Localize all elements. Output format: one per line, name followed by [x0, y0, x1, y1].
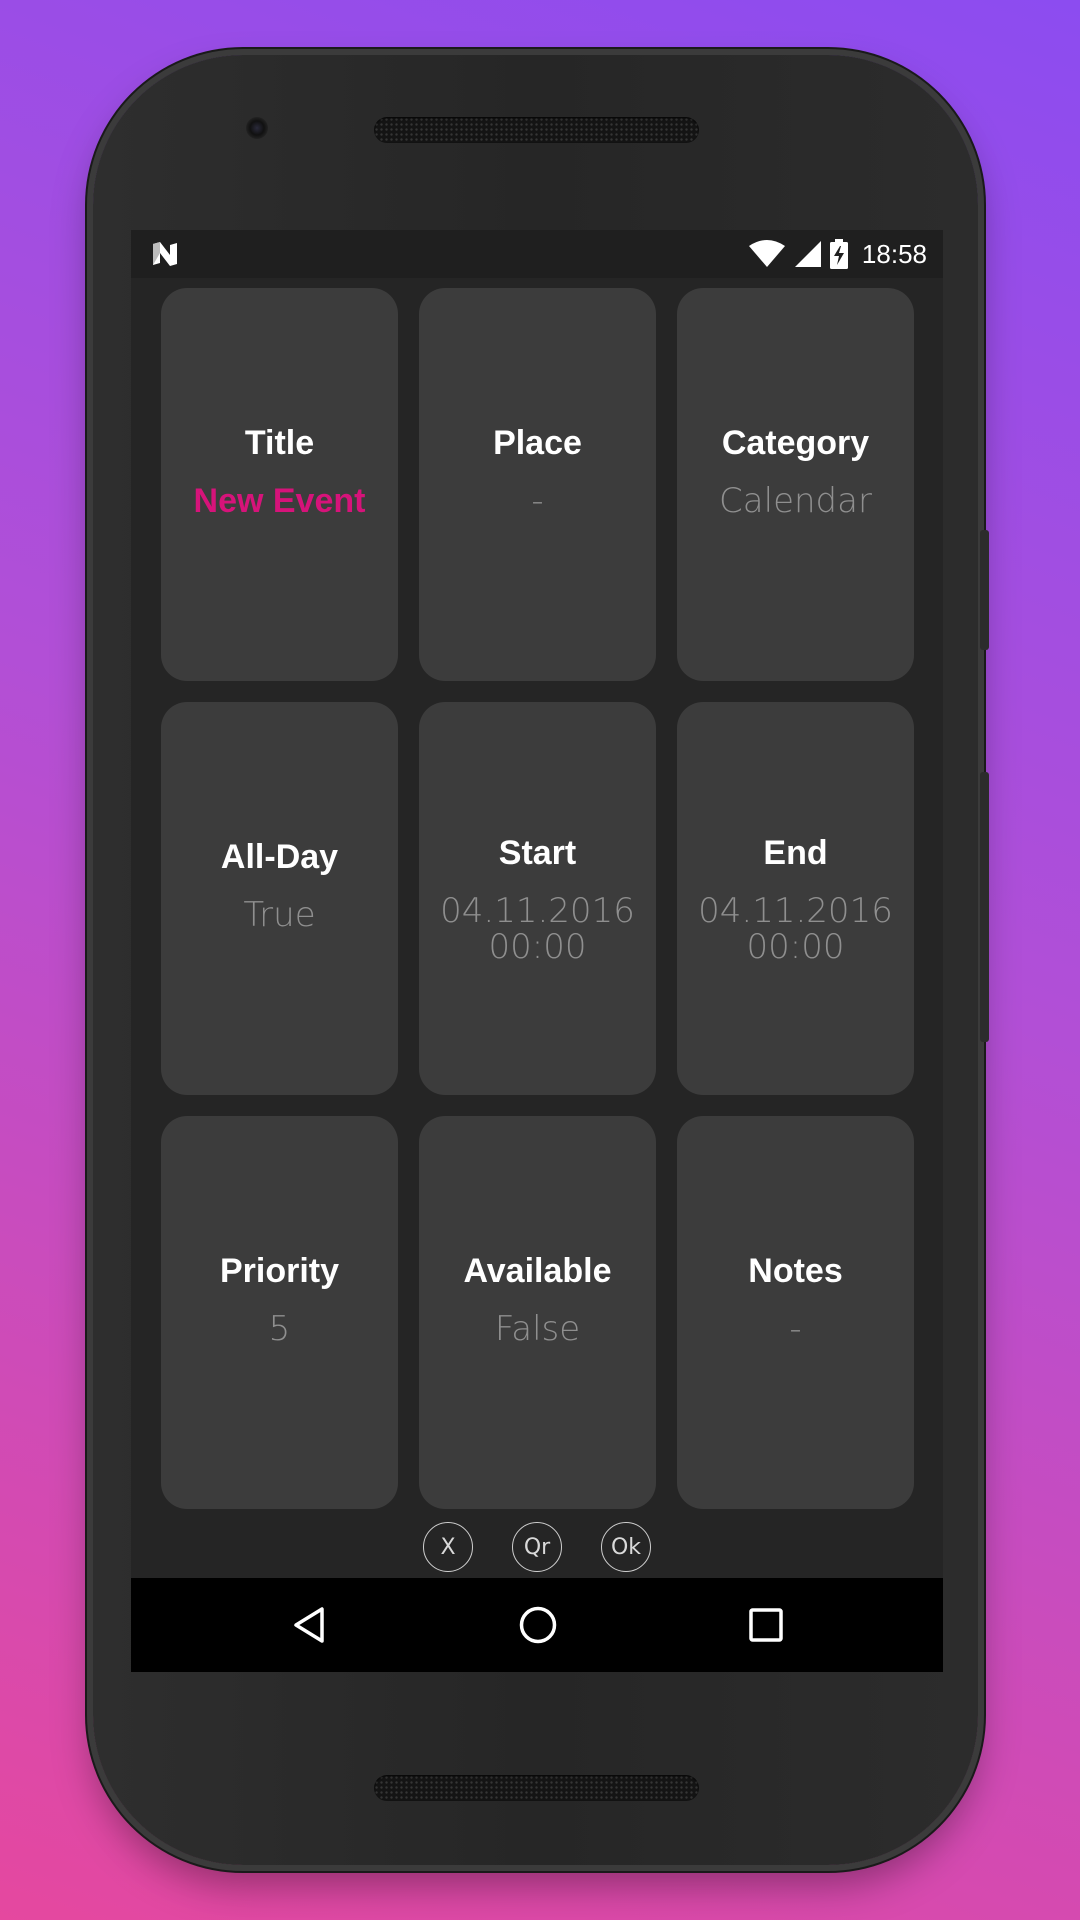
field-label-start: Start — [498, 833, 577, 872]
field-card-available[interactable]: Available False — [419, 1116, 656, 1509]
field-value-end: 04.11.2016 00:00 — [698, 890, 893, 967]
field-card-title[interactable]: Title New Event — [161, 288, 398, 681]
status-icons: 18:58 — [748, 238, 927, 270]
field-label-category: Category — [721, 423, 870, 462]
field-value-place: - — [531, 480, 544, 521]
field-value-notes: - — [789, 1308, 802, 1349]
field-card-priority[interactable]: Priority 5 — [161, 1116, 398, 1509]
field-card-end[interactable]: End 04.11.2016 00:00 — [677, 702, 914, 1095]
signal-icon — [794, 241, 821, 267]
action-row: X Qr Ok — [131, 1522, 943, 1574]
top-speaker — [374, 117, 699, 143]
ok-button[interactable]: Ok — [601, 1522, 651, 1572]
field-value-title: New Event — [193, 481, 366, 520]
home-icon — [519, 1606, 557, 1644]
field-card-category[interactable]: Category Calendar — [677, 288, 914, 681]
nav-home-button[interactable] — [513, 1600, 563, 1650]
field-label-priority: Priority — [219, 1251, 340, 1290]
field-card-all-day[interactable]: All-Day True — [161, 702, 398, 1095]
wifi-icon — [748, 240, 785, 267]
field-value-priority: 5 — [268, 1308, 291, 1349]
front-camera — [246, 117, 268, 139]
status-time: 18:58 — [861, 238, 927, 269]
field-label-end: End — [763, 833, 828, 872]
field-value-available: False — [494, 1308, 581, 1349]
nav-recents-button[interactable] — [741, 1600, 791, 1650]
cancel-button[interactable]: X — [423, 1522, 473, 1572]
bottom-speaker — [374, 1775, 699, 1801]
notification-n-icon — [153, 242, 177, 266]
status-bar: 18:58 — [131, 230, 943, 278]
field-value-category: Calendar — [719, 480, 872, 521]
power-button — [980, 530, 989, 650]
field-label-place: Place — [493, 423, 582, 462]
field-card-notes[interactable]: Notes - — [677, 1116, 914, 1509]
field-label-notes: Notes — [748, 1251, 843, 1290]
qr-button[interactable]: Qr — [512, 1522, 562, 1572]
screen: 18:58 Title New Event Place - Category C… — [131, 230, 943, 1672]
event-field-grid: Title New Event Place - Category Calenda… — [161, 288, 915, 1510]
field-card-start[interactable]: Start 04.11.2016 00:00 — [419, 702, 656, 1095]
field-card-place[interactable]: Place - — [419, 288, 656, 681]
field-label-title: Title — [244, 423, 315, 462]
field-label-all-day: All-Day — [220, 837, 339, 876]
nav-back-button[interactable] — [284, 1600, 334, 1650]
field-label-available: Available — [463, 1251, 612, 1290]
field-value-start: 04.11.2016 00:00 — [440, 890, 635, 967]
navigation-bar — [131, 1578, 943, 1672]
recents-icon — [749, 1608, 783, 1642]
battery-charging-icon — [829, 239, 848, 269]
volume-button — [980, 772, 989, 1042]
field-value-all-day: True — [243, 894, 316, 935]
back-icon — [294, 1607, 324, 1643]
